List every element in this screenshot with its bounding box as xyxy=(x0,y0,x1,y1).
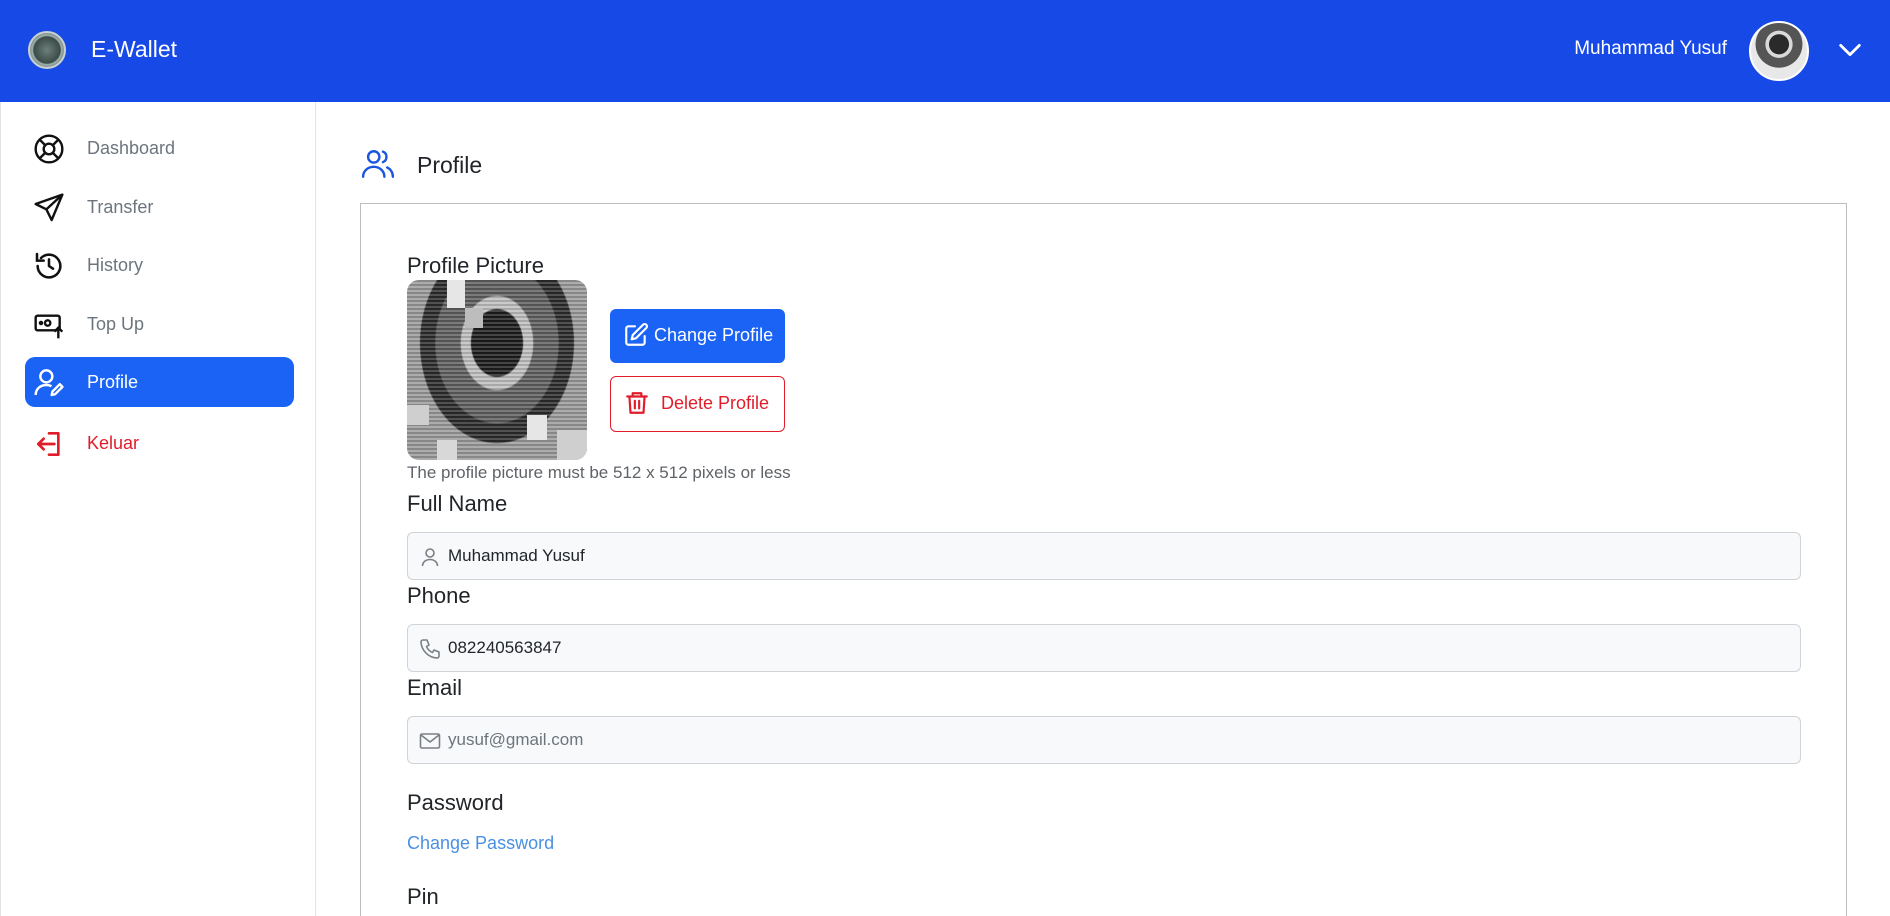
mail-icon xyxy=(419,733,441,749)
sidebar-item-label: Dashboard xyxy=(87,138,176,158)
users-icon xyxy=(361,150,395,178)
change-profile-button[interactable]: Change Profile xyxy=(610,309,785,363)
sidebar: Dashboard Transfer History Top Up Profil… xyxy=(0,102,316,916)
phone-input[interactable] xyxy=(448,625,1788,671)
fullname-label: Full Name xyxy=(407,491,508,516)
email-input[interactable] xyxy=(448,717,1788,763)
change-password-link[interactable]: Change Password xyxy=(407,833,554,854)
change-profile-label: Change Profile xyxy=(654,325,774,345)
picture-hint: The profile picture must be 512 x 512 pi… xyxy=(407,463,791,482)
profile-picture-label: Profile Picture xyxy=(407,253,544,278)
trash-icon xyxy=(626,392,648,414)
history-icon xyxy=(35,252,62,279)
app-title[interactable]: E-Wallet xyxy=(91,36,177,63)
user-icon xyxy=(421,548,439,567)
sidebar-item-label: History xyxy=(87,255,144,275)
phone-label: Phone xyxy=(407,583,471,608)
user-edit-icon xyxy=(34,369,64,397)
sidebar-item-label: Transfer xyxy=(87,197,154,217)
sidebar-item-logout[interactable]: Keluar xyxy=(25,418,294,468)
user-avatar[interactable] xyxy=(1749,21,1809,81)
sidebar-item-label: Top Up xyxy=(87,314,145,334)
fullname-field[interactable] xyxy=(407,532,1801,580)
app-logo[interactable] xyxy=(28,31,66,69)
profile-picture xyxy=(407,280,587,460)
phone-field[interactable] xyxy=(407,624,1801,672)
password-label: Password xyxy=(407,790,504,815)
phone-icon xyxy=(420,639,440,659)
top-navbar: E-Wallet Muhammad Yusuf xyxy=(0,0,1890,102)
sidebar-item-transfer[interactable]: Transfer xyxy=(25,182,294,232)
lifebuoy-icon xyxy=(34,134,64,164)
delete-profile-label: Delete Profile xyxy=(661,393,770,413)
edit-icon xyxy=(625,323,648,346)
email-label: Email xyxy=(407,675,463,700)
header-user-name[interactable]: Muhammad Yusuf xyxy=(1574,38,1727,60)
sidebar-item-history[interactable]: History xyxy=(25,240,294,290)
topup-icon xyxy=(34,314,64,339)
sidebar-item-topup[interactable]: Top Up xyxy=(25,299,294,349)
sidebar-item-dashboard[interactable]: Dashboard xyxy=(25,123,294,173)
delete-profile-button[interactable]: Delete Profile xyxy=(610,376,785,432)
send-icon xyxy=(34,193,64,222)
logout-icon xyxy=(37,432,60,456)
email-field[interactable] xyxy=(407,716,1801,764)
pin-label: Pin xyxy=(407,884,439,909)
fullname-input[interactable] xyxy=(448,533,1788,579)
sidebar-item-label: Keluar xyxy=(87,433,140,453)
sidebar-item-profile[interactable]: Profile xyxy=(25,357,294,407)
sidebar-item-label: Profile xyxy=(87,372,139,392)
chevron-down-icon[interactable] xyxy=(1836,36,1864,64)
page-title: Profile xyxy=(417,152,483,178)
